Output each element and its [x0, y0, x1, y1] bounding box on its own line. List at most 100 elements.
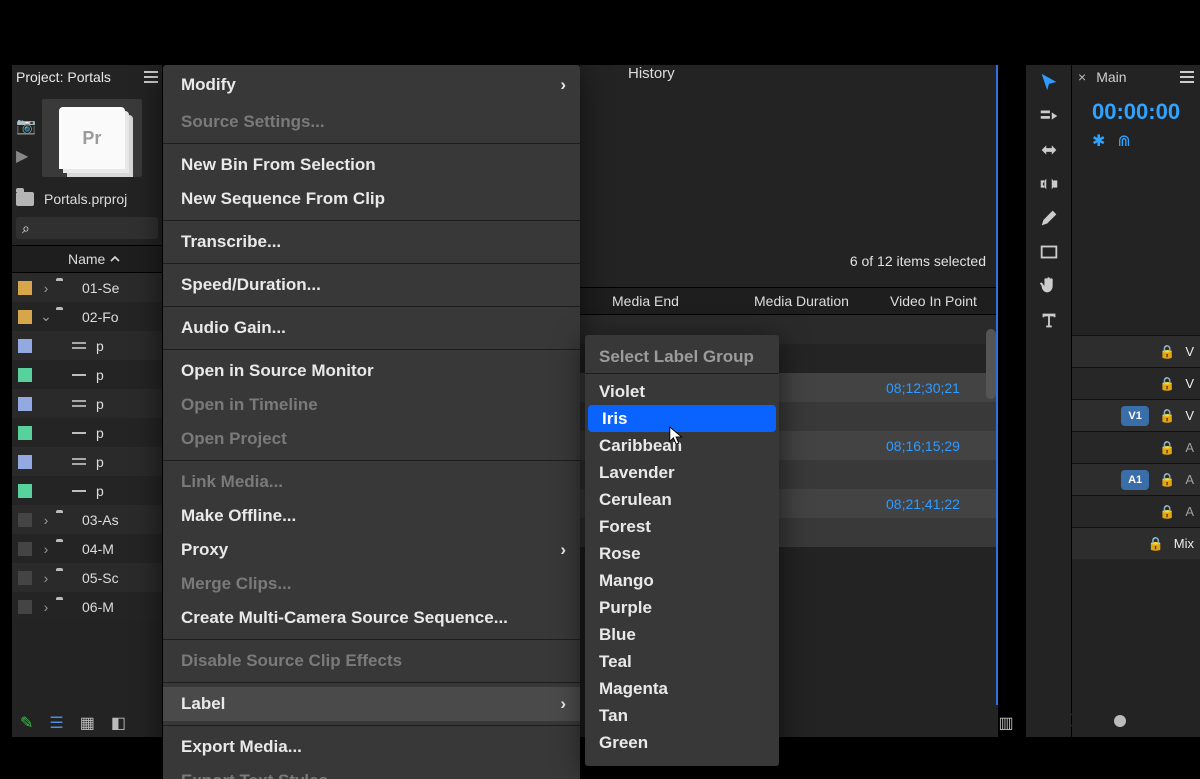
- column-header-name[interactable]: Name: [12, 245, 162, 273]
- timecode[interactable]: 00:00:00: [1072, 89, 1200, 125]
- submenu-item[interactable]: Forest: [585, 513, 779, 540]
- menu-item-label: Export Text Styles...: [181, 771, 342, 779]
- lock-icon[interactable]: 🔒: [1159, 344, 1175, 360]
- list-item[interactable]: p: [12, 360, 162, 389]
- menu-item[interactable]: Speed/Duration...: [163, 268, 580, 302]
- col-video-in[interactable]: Video In Point: [890, 293, 977, 309]
- cell-video-in: 08;12;30;21: [886, 380, 960, 396]
- list-item[interactable]: ›06-M: [12, 592, 162, 621]
- submenu-item[interactable]: Violet: [585, 378, 779, 405]
- rectangle-tool[interactable]: [1026, 235, 1072, 269]
- list-item[interactable]: p: [12, 447, 162, 476]
- submenu-item[interactable]: Mango: [585, 567, 779, 594]
- submenu-item[interactable]: Teal: [585, 648, 779, 675]
- col-media-duration[interactable]: Media Duration: [754, 293, 849, 309]
- hand-tool[interactable]: [1026, 269, 1072, 303]
- lock-icon[interactable]: 🔒: [1159, 504, 1175, 520]
- menu-item[interactable]: Audio Gain...: [163, 311, 580, 345]
- menu-item-label: New Bin From Selection: [181, 155, 376, 175]
- menu-item[interactable]: New Bin From Selection: [163, 148, 580, 182]
- menu-item[interactable]: Label›: [163, 687, 580, 721]
- submenu-item[interactable]: Cerulean: [585, 486, 779, 513]
- snap-icon[interactable]: ✱: [1092, 131, 1105, 151]
- menu-item[interactable]: Export Media...: [163, 730, 580, 764]
- track-a2[interactable]: A1🔒A: [1072, 463, 1200, 495]
- submenu-item[interactable]: Caribbean: [585, 432, 779, 459]
- disclosure-icon[interactable]: ›: [40, 280, 52, 296]
- panel-menu-icon[interactable]: [144, 71, 158, 83]
- search-input[interactable]: ⌕: [16, 217, 158, 239]
- menu-item[interactable]: Proxy›: [163, 533, 580, 567]
- bin-icon: [56, 281, 74, 295]
- type-tool[interactable]: [1026, 303, 1072, 337]
- track-v1[interactable]: V1🔒V: [1072, 399, 1200, 431]
- track-a3[interactable]: 🔒A: [1072, 495, 1200, 527]
- folder-icon: [16, 192, 34, 206]
- menu-item[interactable]: Modify›: [163, 65, 580, 105]
- track-v2[interactable]: 🔒V: [1072, 367, 1200, 399]
- pencil-icon[interactable]: ✎: [20, 713, 33, 733]
- item-name: p: [96, 367, 104, 383]
- list-item[interactable]: ›04-M: [12, 534, 162, 563]
- video-clip-icon: [70, 339, 88, 353]
- disclosure-icon[interactable]: ›: [40, 570, 52, 586]
- track-a1[interactable]: 🔒A: [1072, 431, 1200, 463]
- project-panel-title: Project: Portals: [16, 69, 111, 85]
- panel-menu-icon[interactable]: [1180, 71, 1194, 83]
- menu-item[interactable]: Create Multi-Camera Source Sequence...: [163, 601, 580, 635]
- track-tag[interactable]: V1: [1121, 406, 1149, 426]
- scrollbar-vertical[interactable]: [986, 329, 996, 399]
- lock-icon[interactable]: 🔒: [1148, 536, 1164, 552]
- submenu-item[interactable]: Tan: [585, 702, 779, 729]
- list-item[interactable]: ›03-As: [12, 505, 162, 534]
- lock-icon[interactable]: 🔒: [1159, 440, 1175, 456]
- list-item[interactable]: ›05-Sc: [12, 563, 162, 592]
- menu-item-label: Export Media...: [181, 737, 302, 757]
- list-item[interactable]: p: [12, 389, 162, 418]
- disclosure-icon[interactable]: ›: [40, 541, 52, 557]
- track-tag[interactable]: A1: [1121, 470, 1149, 490]
- close-icon[interactable]: ×: [1078, 69, 1086, 85]
- sequence-name[interactable]: Main: [1096, 69, 1126, 85]
- submenu-item[interactable]: Green: [585, 729, 779, 756]
- list-item[interactable]: p: [12, 331, 162, 360]
- magnet-icon[interactable]: ⋒: [1117, 131, 1130, 151]
- track-select-tool[interactable]: [1026, 99, 1072, 133]
- list-item[interactable]: p: [12, 476, 162, 505]
- list-view-icon[interactable]: ☰: [49, 713, 63, 733]
- ripple-edit-tool[interactable]: [1026, 133, 1072, 167]
- col-media-end[interactable]: Media End: [612, 293, 679, 309]
- menu-item[interactable]: Open in Source Monitor: [163, 354, 580, 388]
- track-v3[interactable]: 🔒V: [1072, 335, 1200, 367]
- project-thumbnail[interactable]: Pr: [42, 99, 142, 177]
- disclosure-icon[interactable]: ⌄: [40, 308, 52, 325]
- rolling-edit-tool[interactable]: [1026, 167, 1072, 201]
- disclosure-icon[interactable]: ›: [40, 599, 52, 615]
- history-tab[interactable]: History: [580, 65, 998, 89]
- submenu-item[interactable]: Lavender: [585, 459, 779, 486]
- menu-item-label: Modify: [181, 75, 236, 95]
- submenu-item[interactable]: Purple: [585, 594, 779, 621]
- timeline-zoom-handle[interactable]: [1114, 715, 1126, 727]
- item-name: 02-Fo: [82, 309, 119, 325]
- list-item[interactable]: p: [12, 418, 162, 447]
- submenu-item[interactable]: Blue: [585, 621, 779, 648]
- menu-item[interactable]: Transcribe...: [163, 225, 580, 259]
- lock-icon[interactable]: 🔒: [1159, 376, 1175, 392]
- menu-item[interactable]: New Sequence From Clip: [163, 182, 580, 216]
- chart-icon[interactable]: ▥: [998, 713, 1013, 733]
- menu-item[interactable]: Make Offline...: [163, 499, 580, 533]
- submenu-item[interactable]: Rose: [585, 540, 779, 567]
- lock-icon[interactable]: 🔒: [1159, 472, 1175, 488]
- submenu-item[interactable]: Magenta: [585, 675, 779, 702]
- camera-icon: 📷: [16, 116, 36, 136]
- list-item[interactable]: ⌄ 02-Fo: [12, 302, 162, 331]
- pen-tool[interactable]: [1026, 201, 1072, 235]
- menu-item-label: Source Settings...: [181, 112, 325, 132]
- list-item[interactable]: ›01-Se: [12, 273, 162, 302]
- lock-icon[interactable]: 🔒: [1159, 408, 1175, 424]
- disclosure-icon[interactable]: ›: [40, 512, 52, 528]
- submenu-item[interactable]: Iris: [588, 405, 776, 432]
- selection-tool[interactable]: [1026, 65, 1072, 99]
- track-mix[interactable]: 🔒Mix: [1072, 527, 1200, 559]
